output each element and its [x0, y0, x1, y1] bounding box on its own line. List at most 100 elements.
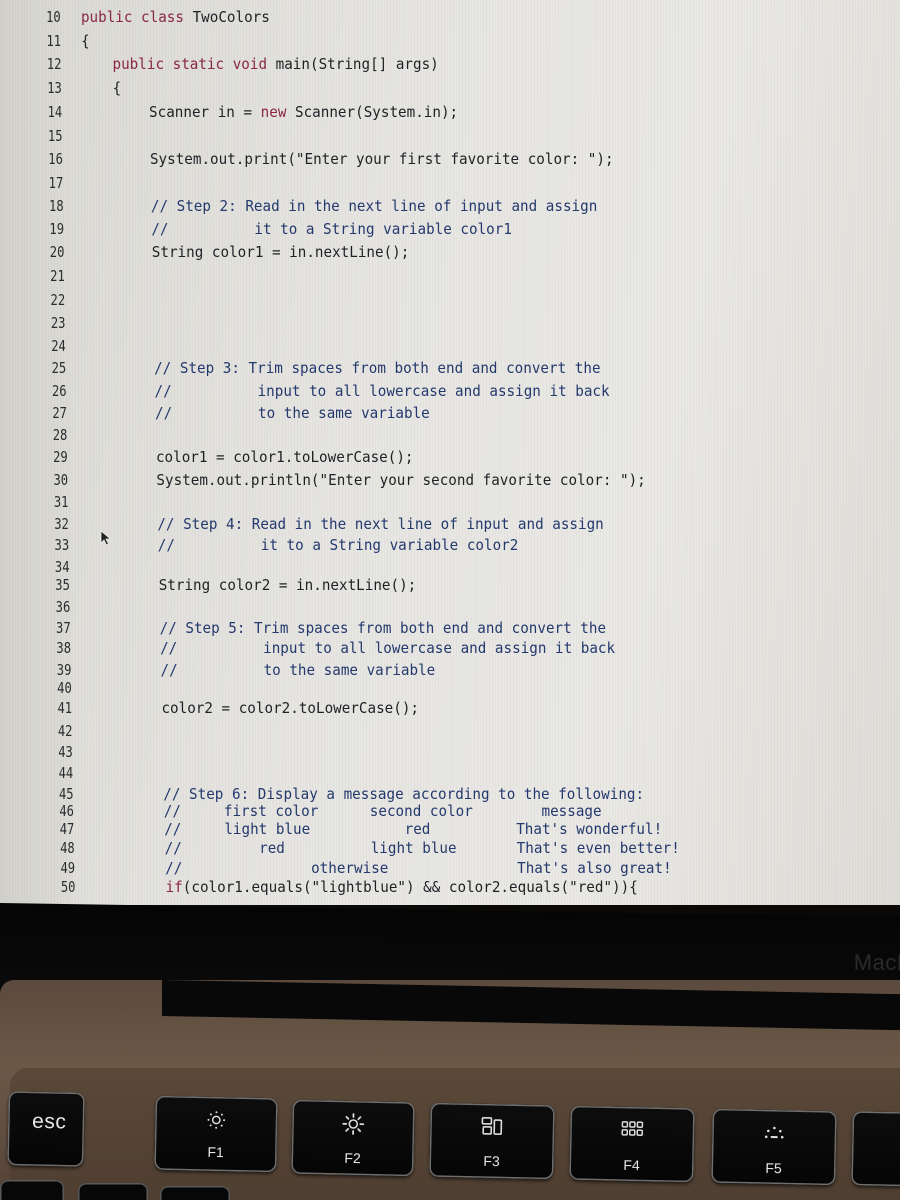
code-line[interactable]: 30 System.out.println("Enter your second …: [0, 469, 828, 491]
code-token: (color1.equals("lightblue") && color2.eq…: [182, 878, 638, 896]
keyword-token: public static void: [112, 55, 276, 73]
code-line[interactable]: 43: [0, 741, 828, 763]
line-number: 31: [53, 493, 69, 511]
key-f2-label: F2: [344, 1149, 361, 1167]
key-f4[interactable]: F4: [569, 1105, 695, 1183]
code-line[interactable]: 44: [0, 762, 828, 784]
code-line[interactable]: 11 {: [0, 30, 828, 52]
code-line[interactable]: 27 // to the same variable: [0, 402, 828, 424]
code-line[interactable]: 50 if(color1.equals("lightblue") && color…: [0, 876, 828, 898]
line-number: 25: [51, 359, 67, 377]
photo-of-laptop: 10 public class TwoColors 11 {12 public stat…: [0, 0, 900, 1200]
code-line[interactable]: 24: [0, 335, 828, 357]
code-line[interactable]: 23: [0, 312, 828, 334]
code-line[interactable]: 35 String color2 = in.nextLine();: [0, 574, 828, 596]
key-row2-1[interactable]: [0, 1180, 64, 1200]
keyword-token: if: [165, 878, 183, 896]
brightness-down-icon: [207, 1111, 226, 1129]
launchpad-icon: [621, 1121, 644, 1136]
line-number: 38: [56, 639, 72, 657]
code-line[interactable]: 29 color1 = color1.toLowerCase();: [0, 446, 828, 468]
key-f5[interactable]: F5: [711, 1108, 837, 1186]
code-line[interactable]: 12 public static void main(String[] args): [0, 53, 828, 75]
code-line[interactable]: 25 // Step 3: Trim spaces from both end a…: [0, 357, 828, 379]
key-row2-3[interactable]: [160, 1186, 230, 1200]
code-text: // to the same variable: [155, 402, 430, 424]
code-line[interactable]: 20 String color1 = in.nextLine();: [0, 241, 828, 263]
code-line[interactable]: 14 Scanner in = new Scanner(System.in);: [0, 101, 828, 123]
key-f1-label: F1: [207, 1143, 224, 1161]
key-f1[interactable]: F1: [154, 1095, 278, 1173]
comment-token: // input to all lowercase and assign it …: [160, 639, 616, 657]
code-line[interactable]: 32 // Step 4: Read in the next line of in…: [0, 513, 828, 535]
code-line[interactable]: 48 // red light blue That's even better!: [0, 837, 828, 859]
key-row2-2[interactable]: [78, 1183, 148, 1200]
code-token: String color2 = in.nextLine();: [158, 576, 417, 594]
code-token: color1 = color1.toLowerCase();: [155, 448, 414, 466]
code-text: String color2 = in.nextLine();: [159, 574, 417, 596]
line-number: 42: [57, 722, 73, 740]
line-number: 23: [50, 314, 66, 332]
code-line[interactable]: 19 // it to a String variable color1: [0, 218, 828, 240]
code-token: {: [81, 32, 90, 50]
line-number: 28: [52, 426, 68, 444]
line-number: 15: [47, 127, 63, 145]
code-line[interactable]: 36: [0, 596, 828, 618]
line-number: 16: [48, 150, 63, 168]
line-number: 41: [57, 699, 73, 717]
line-number: 26: [51, 382, 67, 400]
code-line[interactable]: 40: [0, 677, 828, 699]
code-text: color1 = color1.toLowerCase();: [156, 446, 414, 468]
code-text: Scanner in = new Scanner(System.in);: [149, 101, 458, 123]
code-line[interactable]: 13 {: [0, 77, 828, 99]
keyboard-backlight-down-icon: [764, 1126, 784, 1139]
key-f2[interactable]: F2: [291, 1099, 415, 1177]
line-number: 20: [49, 243, 65, 261]
code-text: {: [81, 30, 90, 52]
mission-control-icon: [481, 1117, 503, 1135]
code-text: // input to all lowercase and assign it …: [155, 380, 610, 402]
code-line[interactable]: 10 public class TwoColors: [0, 6, 828, 28]
line-number: 13: [47, 79, 62, 97]
comment-token: // Step 4: Read in the next line of inpu…: [157, 515, 604, 533]
code-text: // Step 3: Trim spaces from both end and…: [154, 357, 600, 379]
code-line[interactable]: 17: [0, 172, 828, 194]
key-f3[interactable]: F3: [429, 1102, 555, 1180]
line-number: 27: [52, 404, 67, 422]
line-number: 44: [58, 764, 74, 782]
code-text: // input to all lowercase and assign it …: [160, 637, 615, 659]
line-number: 18: [49, 197, 64, 215]
code-line[interactable]: 42: [0, 720, 828, 742]
code-line[interactable]: 21: [0, 265, 828, 287]
code-text: // red light blue That's even better!: [165, 837, 680, 859]
code-line[interactable]: 15: [0, 125, 828, 147]
code-token: main(String[] args): [275, 55, 439, 73]
comment-token: // Step 3: Trim spaces from both end and…: [154, 359, 601, 377]
keyword-token: public class: [80, 8, 193, 26]
code-line[interactable]: 41 color2 = color2.toLowerCase();: [0, 697, 828, 719]
key-esc[interactable]: esc: [7, 1091, 85, 1167]
code-text: // Step 5: Trim spaces from both end and…: [160, 617, 606, 639]
mouse-pointer-icon: [100, 530, 112, 546]
code-text: if(color1.equals("lightblue") && color2.…: [166, 876, 638, 898]
line-number: 32: [54, 515, 69, 533]
comment-token: // otherwise That's also great!: [165, 859, 672, 877]
line-number: 36: [55, 598, 71, 616]
code-text: public static void main(String[] args): [113, 53, 439, 75]
code-line[interactable]: 22: [0, 289, 828, 311]
code-line[interactable]: 16 System.out.print("Enter your first fav…: [0, 148, 828, 170]
code-line[interactable]: 37 // Step 5: Trim spaces from both end a…: [0, 617, 828, 639]
code-line[interactable]: 31: [0, 491, 828, 513]
code-token: color2 = color2.toLowerCase();: [161, 699, 420, 717]
code-line[interactable]: 33 // it to a String variable color2: [0, 534, 828, 556]
code-line[interactable]: 28: [0, 424, 828, 446]
code-text: {: [113, 77, 122, 99]
line-number: 24: [51, 337, 66, 355]
key-f6-partial[interactable]: [851, 1111, 900, 1187]
code-line[interactable]: 38 // input to all lowercase and assign i…: [0, 637, 828, 659]
code-line[interactable]: 18 // Step 2: Read in the next line of in…: [0, 195, 828, 217]
code-line[interactable]: 26 // input to all lowercase and assign i…: [0, 380, 828, 402]
code-editor[interactable]: 10 public class TwoColors 11 {12 public stat…: [0, 0, 900, 905]
comment-token: // input to all lowercase and assign it …: [154, 382, 610, 400]
code-text: // Step 2: Read in the next line of inpu…: [151, 195, 597, 217]
